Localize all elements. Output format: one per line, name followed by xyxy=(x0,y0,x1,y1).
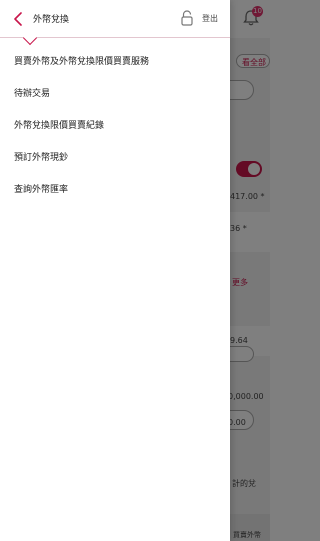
drawer-header: 外幣兌換 登出 xyxy=(0,0,230,46)
menu-item-reserve-cash[interactable]: 預訂外幣現鈔 xyxy=(0,140,230,172)
menu-item-buy-sell-fx[interactable]: 買賣外幣及外幣兌換限價買賣服務 xyxy=(0,44,230,76)
menu-item-limit-order-records[interactable]: 外幣兌換限價買賣紀錄 xyxy=(0,108,230,140)
chevron-left-icon xyxy=(14,12,22,26)
menu-item-exchange-rates[interactable]: 查詢外幣匯率 xyxy=(0,172,230,204)
back-button[interactable] xyxy=(10,10,26,28)
side-drawer: 外幣兌換 登出 買賣外幣及外幣兌換限價買賣服務 待辦交易 外幣兌換限價買賣紀錄 … xyxy=(0,0,230,541)
lock-icon[interactable] xyxy=(180,10,194,26)
active-indicator-notch xyxy=(22,30,38,46)
menu-item-pending-transactions[interactable]: 待辦交易 xyxy=(0,76,230,108)
logout-button[interactable]: 登出 xyxy=(202,13,218,24)
drawer-menu: 買賣外幣及外幣兌換限價買賣服務 待辦交易 外幣兌換限價買賣紀錄 預訂外幣現鈔 查… xyxy=(0,44,230,204)
drawer-title: 外幣兌換 xyxy=(33,15,70,25)
